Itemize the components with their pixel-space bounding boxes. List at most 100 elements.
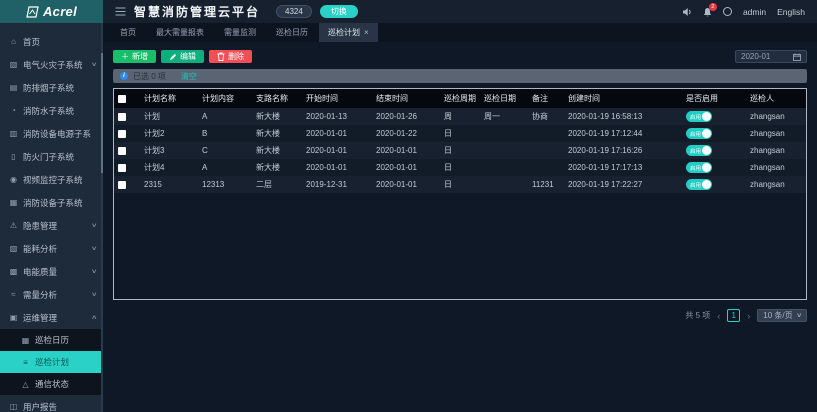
sidebar-item-home[interactable]: ⌂ 首页 bbox=[0, 30, 103, 53]
enable-toggle[interactable]: 启用 bbox=[686, 128, 712, 139]
language-switch[interactable]: English bbox=[777, 7, 805, 17]
edit-button[interactable]: 编辑 bbox=[161, 50, 204, 63]
cell-end-time: 2020-01-26 bbox=[372, 108, 440, 125]
tab-label: 巡检日历 bbox=[276, 27, 308, 38]
select-all-checkbox[interactable] bbox=[118, 95, 126, 103]
sidebar-item-label: 隐患管理 bbox=[23, 220, 87, 232]
cell-inspection-date: 周一 bbox=[480, 108, 528, 125]
sidebar-item-power-quality[interactable]: ▩ 电能质量 ∨ bbox=[0, 260, 103, 283]
info-icon: i bbox=[120, 72, 128, 80]
month-picker[interactable]: 2020-01 bbox=[735, 50, 807, 63]
sidebar-item-electrical-fire[interactable]: ▨ 电气火灾子系统 ∨ bbox=[0, 53, 103, 76]
cell-end-time: 2020-01-01 bbox=[372, 159, 440, 176]
row-checkbox[interactable] bbox=[118, 130, 126, 138]
cell-inspector: zhangsan bbox=[746, 176, 807, 193]
sidebar-item-label: 防火门子系统 bbox=[23, 151, 91, 163]
cell-inspection-date bbox=[480, 142, 528, 159]
tab-inspection-plan[interactable]: 巡检计划 × bbox=[319, 23, 378, 42]
sidebar-item-communication-status[interactable]: △ 通信状态 bbox=[0, 373, 103, 395]
calendar-icon bbox=[793, 53, 801, 61]
cell-end-time: 2020-01-01 bbox=[372, 176, 440, 193]
cell-start-time: 2020-01-13 bbox=[302, 108, 372, 125]
cell-select bbox=[114, 159, 140, 176]
sidebar-item-label: 消防设备子系统 bbox=[23, 197, 91, 209]
enable-toggle[interactable]: 启用 bbox=[686, 111, 712, 122]
menu-fold-icon[interactable] bbox=[115, 7, 126, 16]
brand-name: Acrel bbox=[43, 4, 77, 19]
table-row[interactable]: 2315 12313 二层 2019-12-31 2020-01-01 日 11… bbox=[114, 176, 807, 193]
sidebar-item-user-report[interactable]: ◫ 用户报告 bbox=[0, 395, 103, 412]
sidebar-item-hazard-management[interactable]: ⚠ 隐患管理 ∨ bbox=[0, 214, 103, 237]
row-checkbox[interactable] bbox=[118, 181, 126, 189]
table-row[interactable]: 计划 A 新大楼 2020-01-13 2020-01-26 周 周一 协商 2… bbox=[114, 108, 807, 125]
enable-toggle[interactable]: 启用 bbox=[686, 162, 712, 173]
col-start-time: 开始时间 bbox=[302, 89, 372, 108]
sidebar-item-label: 需量分析 bbox=[23, 289, 87, 301]
power-quality-icon: ▩ bbox=[9, 267, 18, 276]
prev-page-button[interactable]: ‹ bbox=[717, 311, 720, 321]
sidebar-item-smoke-control[interactable]: ▤ 防排烟子系统 bbox=[0, 76, 103, 99]
fire-equipment-power-icon: ▥ bbox=[9, 129, 18, 138]
col-created-time: 创建时间 bbox=[564, 89, 682, 108]
notification-count-badge: 2 bbox=[709, 3, 717, 11]
current-page-button[interactable]: 1 bbox=[727, 309, 740, 322]
notification-bell-icon[interactable]: 2 bbox=[703, 7, 712, 17]
clear-selection-link[interactable]: 清空 bbox=[181, 71, 197, 82]
sidebar-item-inspection-calendar[interactable]: ▦ 巡检日历 bbox=[0, 329, 103, 351]
sidebar-item-label: 巡检日历 bbox=[35, 334, 96, 346]
cell-remark: 协商 bbox=[528, 108, 564, 125]
col-branch-name: 支路名称 bbox=[252, 89, 302, 108]
energy-analysis-icon: ▧ bbox=[9, 244, 18, 253]
sidebar-item-label: 视频监控子系统 bbox=[23, 174, 91, 186]
sidebar-item-energy-analysis[interactable]: ▧ 能耗分析 ∨ bbox=[0, 237, 103, 260]
speaker-icon[interactable] bbox=[682, 7, 692, 17]
cell-cycle: 日 bbox=[440, 159, 480, 176]
fire-door-icon: ▯ bbox=[9, 152, 18, 161]
cell-plan-content: C bbox=[198, 142, 252, 159]
cell-end-time: 2020-01-22 bbox=[372, 125, 440, 142]
table-row[interactable]: 计划2 B 新大楼 2020-01-01 2020-01-22 日 2020-0… bbox=[114, 125, 807, 142]
sidebar-scrollbar-thumb[interactable] bbox=[101, 53, 103, 173]
table-row[interactable]: 计划4 A 新大楼 2020-01-01 2020-01-01 日 2020-0… bbox=[114, 159, 807, 176]
sidebar-item-demand-analysis[interactable]: ≈ 需量分析 ∨ bbox=[0, 283, 103, 306]
row-checkbox[interactable] bbox=[118, 113, 126, 121]
page-size-select[interactable]: 10 条/页 ∨ bbox=[757, 309, 807, 322]
tab-home[interactable]: 首页 bbox=[111, 23, 145, 42]
sidebar-item-label: 巡检计划 bbox=[35, 356, 96, 368]
cell-inspector: zhangsan bbox=[746, 108, 807, 125]
row-checkbox[interactable] bbox=[118, 164, 126, 172]
username-label[interactable]: admin bbox=[743, 7, 766, 17]
tab-max-demand-report[interactable]: 最大需量报表 bbox=[147, 23, 213, 42]
tab-demand-monitoring[interactable]: 需量监测 bbox=[215, 23, 265, 42]
user-avatar-icon[interactable] bbox=[723, 7, 732, 16]
sidebar-item-fire-water[interactable]: ◔ 消防水子系统 bbox=[0, 99, 103, 122]
table-row[interactable]: 计划3 C 新大楼 2020-01-01 2020-01-01 日 2020-0… bbox=[114, 142, 807, 159]
enable-toggle[interactable]: 启用 bbox=[686, 179, 712, 190]
next-page-button[interactable]: › bbox=[747, 311, 750, 321]
tab-inspection-calendar[interactable]: 巡检日历 bbox=[267, 23, 317, 42]
electrical-fire-icon: ▨ bbox=[9, 60, 18, 69]
toggle-knob bbox=[702, 129, 711, 138]
close-icon[interactable]: × bbox=[364, 28, 369, 37]
sidebar-item-fire-door[interactable]: ▯ 防火门子系统 bbox=[0, 145, 103, 168]
cell-inspector: zhangsan bbox=[746, 142, 807, 159]
sidebar-item-ops-management[interactable]: ▣ 运维管理 ∧ bbox=[0, 306, 103, 329]
cell-plan-content: A bbox=[198, 159, 252, 176]
enable-toggle[interactable]: 启用 bbox=[686, 145, 712, 156]
sidebar-item-fire-equipment-power[interactable]: ▥ 消防设备电源子系统 bbox=[0, 122, 103, 145]
chevron-down-icon: ∨ bbox=[90, 291, 97, 298]
sidebar-scrollbar[interactable] bbox=[101, 23, 103, 412]
selected-count-text: 已选 0 项 bbox=[133, 71, 166, 82]
col-cycle: 巡检周期 bbox=[440, 89, 480, 108]
sidebar-item-inspection-plan[interactable]: ≡ 巡检计划 bbox=[0, 351, 103, 373]
col-plan-content: 计划内容 bbox=[198, 89, 252, 108]
table-header-row: 计划名称 计划内容 支路名称 开始时间 结束时间 巡检周期 巡检日期 备注 创建… bbox=[114, 89, 807, 108]
switch-project-button[interactable]: 切换 bbox=[320, 5, 358, 18]
add-button[interactable]: ＋ 新增 bbox=[113, 50, 156, 63]
app-window: Acrel ⌂ 首页 ▨ 电气火灾子系统 ∨ ▤ 防排烟子系统 ◔ 消防水子系统 bbox=[0, 0, 817, 412]
row-checkbox[interactable] bbox=[118, 147, 126, 155]
sidebar-item-fire-equipment[interactable]: ▦ 消防设备子系统 bbox=[0, 191, 103, 214]
sidebar-item-video-surveillance[interactable]: ◉ 视频监控子系统 bbox=[0, 168, 103, 191]
cell-inspection-date bbox=[480, 159, 528, 176]
delete-button[interactable]: 删除 bbox=[209, 50, 252, 63]
